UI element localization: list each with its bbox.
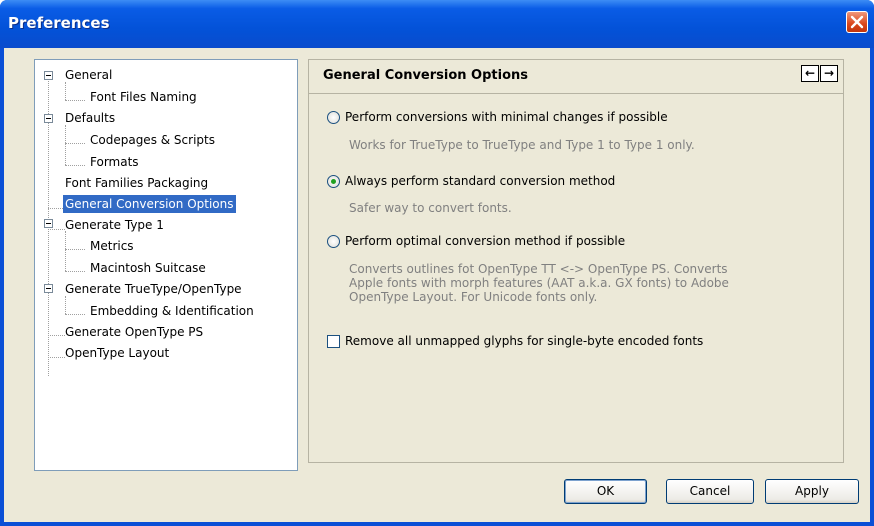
tree-item-font-families-packaging[interactable]: Font Families Packaging [63, 174, 210, 192]
tree-toggle-defaults[interactable] [44, 114, 53, 123]
option-optimal-method-label[interactable]: Perform optimal conversion method if pos… [345, 234, 625, 248]
nav-forward-button[interactable]: → [820, 65, 838, 82]
option-minimal-changes-desc: Works for TrueType to TrueType and Type … [349, 138, 695, 152]
radio-standard-method[interactable] [327, 175, 340, 188]
tree-item-defaults[interactable]: Defaults [63, 109, 117, 127]
window-title: Preferences [8, 14, 110, 32]
nav-back-button[interactable]: ← [801, 65, 819, 82]
tree-item-generate-type1[interactable]: Generate Type 1 [63, 216, 166, 234]
panel-header: General Conversion Options ← → [309, 60, 843, 94]
radio-optimal-method[interactable] [327, 235, 340, 248]
tree-item-generate-truetype-opentype[interactable]: Generate TrueType/OpenType [63, 280, 244, 298]
tree-item-macintosh-suitcase[interactable]: Macintosh Suitcase [88, 259, 208, 277]
radio-minimal-changes[interactable] [327, 111, 340, 124]
option-optimal-method-desc-line3: OpenType Layout. For Unicode fonts only. [349, 290, 598, 304]
tree-toggle-generate-truetype[interactable] [44, 284, 53, 293]
option-minimal-changes-label[interactable]: Perform conversions with minimal changes… [345, 110, 668, 124]
close-icon [850, 15, 864, 29]
panel-title: General Conversion Options [323, 68, 529, 83]
tree-item-font-files-naming[interactable]: Font Files Naming [88, 88, 199, 106]
cancel-button[interactable]: Cancel [666, 479, 754, 504]
tree-item-codepages-scripts[interactable]: Codepages & Scripts [88, 131, 217, 149]
title-bar[interactable]: Preferences [0, 0, 874, 48]
preferences-window: Preferences General Font Files Naming De… [0, 0, 874, 526]
tree-item-opentype-layout[interactable]: OpenType Layout [63, 344, 171, 362]
preferences-tree[interactable]: General Font Files Naming Defaults Codep… [34, 59, 298, 471]
remove-unmapped-glyphs-checkbox[interactable] [327, 335, 340, 348]
option-optimal-method-desc-line2: Apple fonts with morph features (AAT a.k… [349, 276, 729, 290]
close-button[interactable] [846, 11, 868, 33]
tree-toggle-general[interactable] [44, 71, 53, 80]
apply-button[interactable]: Apply [765, 479, 859, 504]
tree-toggle-generate-type1[interactable] [44, 219, 53, 228]
options-panel: General Conversion Options ← → Perform c… [308, 59, 844, 463]
option-standard-method-desc: Safer way to convert fonts. [349, 201, 512, 215]
option-optimal-method-desc-line1: Converts outlines fot OpenType TT <-> Op… [349, 262, 728, 276]
ok-button[interactable]: OK [564, 479, 647, 504]
tree-item-formats[interactable]: Formats [88, 153, 141, 171]
tree-item-general-conversion-options[interactable]: General Conversion Options [63, 195, 236, 213]
tree-item-generate-opentype-ps[interactable]: Generate OpenType PS [63, 323, 205, 341]
remove-unmapped-glyphs-label[interactable]: Remove all unmapped glyphs for single-by… [345, 334, 703, 348]
tree-item-metrics[interactable]: Metrics [88, 237, 136, 255]
tree-item-general[interactable]: General [63, 66, 114, 84]
dialog-client-area: General Font Files Naming Defaults Codep… [4, 48, 870, 522]
option-standard-method-label[interactable]: Always perform standard conversion metho… [345, 174, 615, 188]
tree-item-embedding-identification[interactable]: Embedding & Identification [88, 302, 256, 320]
